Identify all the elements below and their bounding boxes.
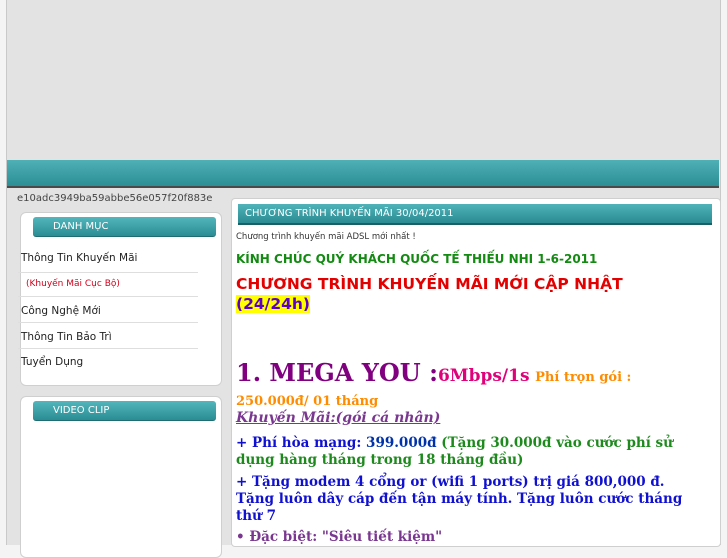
- site-hash: e10adc3949ba59abbe56e057f20f883e: [17, 193, 213, 204]
- divider: [18, 296, 198, 297]
- package-name: 1. MEGA YOU :: [236, 358, 438, 387]
- special-offer-line: • Đặc biệt: "Siêu tiết kiệm": [236, 529, 706, 546]
- install-fee-value: 399.000đ: [366, 435, 437, 451]
- nav-bar: [7, 160, 719, 188]
- promo-title-text: CHƯƠNG TRÌNH KHUYẾN MÃI MỚI CẬP NHẬT: [236, 275, 623, 293]
- special-offer-value: "Siêu tiết kiệm": [321, 529, 443, 545]
- modem-gift-line: + Tặng modem 4 cổng or (wifi 1 ports) tr…: [236, 474, 683, 524]
- menu-heading: DANH MỤC: [33, 217, 216, 237]
- menu-item-new-technology[interactable]: Công Nghệ Mới: [21, 305, 101, 317]
- package-heading: 1. MEGA YOU :6Mbps/1s Phí trọn gói : 250…: [236, 361, 706, 413]
- promo-subheading[interactable]: Khuyến Mãi:(gói cá nhân): [236, 410, 440, 426]
- divider: [18, 348, 198, 349]
- video-panel: VIDEO CLIP: [20, 396, 222, 558]
- article-subtitle: Chương trình khuyến mãi ADSL mới nhất !: [236, 232, 416, 242]
- divider: [18, 272, 198, 273]
- install-fee-line: + Phí hòa mạng: 399.000đ (Tặng 30.000đ v…: [236, 435, 706, 469]
- divider: [18, 322, 198, 323]
- promo-title: CHƯƠNG TRÌNH KHUYẾN MÃI MỚI CẬP NHẬT (24…: [236, 274, 676, 314]
- article-header[interactable]: CHƯƠNG TRÌNH KHUYẾN MÃI 30/04/2011: [238, 204, 712, 225]
- package-speed: 6Mbps/1s: [437, 366, 530, 386]
- promo-24h: (24/24h): [236, 295, 311, 313]
- menu-item-maintenance[interactable]: Thông Tin Bảo Trì: [21, 331, 112, 343]
- menu-item-promotions[interactable]: Thông Tin Khuyến Mãi: [21, 252, 137, 264]
- special-offer-label: • Đặc biệt:: [236, 529, 322, 545]
- install-fee-label: + Phí hòa mạng:: [236, 435, 367, 451]
- video-heading: VIDEO CLIP: [33, 401, 216, 421]
- main-content: CHƯƠNG TRÌNH KHUYẾN MÃI 30/04/2011 Chươn…: [231, 198, 721, 547]
- menu-item-recruitment[interactable]: Tuyển Dụng: [21, 356, 83, 368]
- menu-item-local-promotions[interactable]: (Khuyến Mãi Cục Bộ): [26, 279, 120, 289]
- greeting-text: KÍNH CHÚC QUÝ KHÁCH QUỐC TẾ THIẾU NHI 1-…: [236, 252, 598, 266]
